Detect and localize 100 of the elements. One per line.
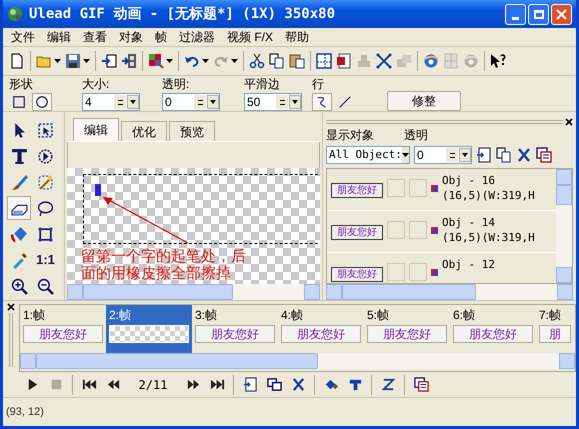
tab[interactable]: 优化 <box>121 121 167 141</box>
caret-icon[interactable] <box>166 59 173 63</box>
object-name: Obj - 14 <box>442 215 496 230</box>
cross-arrows-icon[interactable] <box>376 53 392 69</box>
frame-label: 4:帧 <box>281 308 304 323</box>
caret-icon[interactable] <box>130 100 136 104</box>
spin-arrows-icon[interactable] <box>114 95 126 109</box>
caret-icon[interactable] <box>54 59 61 63</box>
actual-size-tool[interactable]: 1:1 <box>34 248 58 272</box>
tab[interactable]: 预览 <box>169 121 215 141</box>
scroll-thumb[interactable] <box>556 185 572 205</box>
toggle-box[interactable] <box>409 221 427 239</box>
spin-arrows-icon[interactable] <box>276 95 288 109</box>
caret-icon[interactable] <box>402 153 409 157</box>
object-name: Obj - 16 <box>442 173 496 188</box>
object-thumbnail: 朋友您好 <box>331 267 383 282</box>
dropdown-button[interactable] <box>207 95 219 109</box>
frame-thumbnail: 朋友您好 <box>195 325 275 343</box>
frame-tile[interactable]: 2:帧 <box>106 305 192 353</box>
frame-label: 1:帧 <box>23 308 46 323</box>
menu-item[interactable]: 帧 <box>149 28 173 46</box>
globe-icon[interactable] <box>423 53 439 69</box>
help-pointer-icon[interactable] <box>490 53 506 69</box>
toggle-box[interactable] <box>409 179 427 197</box>
caret-icon[interactable] <box>462 153 468 157</box>
caret-icon[interactable] <box>83 59 90 63</box>
toggle-box[interactable] <box>387 263 405 281</box>
circle-shape-icon[interactable] <box>32 93 52 111</box>
spin-arrows-icon[interactable] <box>194 95 206 109</box>
image-icon[interactable] <box>148 53 164 69</box>
color-swatch-icon <box>431 227 438 234</box>
scroll-thumb[interactable] <box>342 284 476 300</box>
minimize-button[interactable] <box>505 4 526 24</box>
scroll-thumb[interactable] <box>36 353 318 369</box>
spin-box[interactable]: 4 <box>82 93 140 111</box>
dropdown-button[interactable] <box>459 148 471 162</box>
dropdown-button[interactable] <box>289 95 301 109</box>
frame-label: 5:帧 <box>367 308 390 323</box>
panel-grip[interactable] <box>9 313 13 367</box>
menu-item[interactable]: 视频 F/X <box>221 28 280 46</box>
menu-item[interactable]: 对象 <box>113 28 149 46</box>
caret-icon[interactable] <box>202 59 209 63</box>
object-filter-dropdown[interactable]: All Object: <box>326 146 410 164</box>
object-row[interactable]: 朋友您好 Obj - 16 (16,5)(W:319,H <box>327 169 556 211</box>
clipboard-icon[interactable] <box>289 53 305 69</box>
object-thumbnail: 朋友您好 <box>331 183 383 198</box>
menu-item[interactable]: 编辑 <box>41 28 77 46</box>
properties-icon[interactable] <box>536 147 552 163</box>
add-object-icon[interactable] <box>476 147 492 163</box>
status-text: (93, 12) <box>6 406 44 418</box>
field-label: 透明: <box>162 77 190 91</box>
toggle-box[interactable] <box>387 179 405 197</box>
import-icon[interactable] <box>101 53 117 69</box>
dropdown-button[interactable] <box>402 147 409 163</box>
frame-icon[interactable] <box>316 53 332 69</box>
frame-thumbnail: 朋友您好 <box>23 325 103 343</box>
page-icon[interactable] <box>9 53 25 69</box>
object-row[interactable]: 朋友您好 Obj - 14 (16,5)(W:319,H <box>327 211 556 253</box>
close-icon[interactable] <box>7 303 15 311</box>
color-swatch-icon <box>431 185 438 192</box>
frame-label: 3:帧 <box>195 308 218 323</box>
caret-icon[interactable] <box>210 100 216 104</box>
caret-icon[interactable] <box>292 100 298 104</box>
dropdown-button[interactable] <box>127 95 139 109</box>
vertical-scrollbar[interactable] <box>556 169 572 283</box>
duplicate-icon[interactable] <box>496 147 512 163</box>
frame-label: 7:帧 <box>539 308 562 323</box>
frame-thumbnail: 朋友您好 <box>367 325 447 343</box>
field-label: 显示对象 <box>326 127 374 144</box>
object-name: Obj - 12 <box>442 257 495 272</box>
spin-box[interactable]: 0 <box>162 93 220 111</box>
menu-item[interactable]: 查看 <box>77 28 113 46</box>
field-label: 大小: <box>82 77 110 91</box>
copy-icon[interactable] <box>269 53 285 69</box>
field-label: 行 <box>312 77 325 91</box>
frame-label: 6:帧 <box>453 308 476 323</box>
spin-arrows-icon[interactable] <box>446 148 458 162</box>
tab[interactable]: 编辑 <box>73 118 119 141</box>
close-icon[interactable] <box>565 118 573 126</box>
horizontal-scrollbar[interactable] <box>67 284 320 300</box>
horizontal-scrollbar[interactable] <box>20 353 575 369</box>
menu-item[interactable]: 文件 <box>5 28 41 46</box>
close-button[interactable] <box>551 4 572 24</box>
horizontal-scrollbar[interactable] <box>326 284 573 300</box>
eraser-icon[interactable] <box>7 196 31 220</box>
app-icon <box>7 6 23 22</box>
maximize-button[interactable] <box>528 4 549 24</box>
delete-icon[interactable] <box>516 147 532 163</box>
toggle-box[interactable] <box>409 263 427 281</box>
menu-item[interactable]: 帮助 <box>279 28 316 46</box>
scissors-icon[interactable] <box>249 53 265 69</box>
toggle-box[interactable] <box>387 221 405 239</box>
film-strip-icon[interactable] <box>121 53 137 69</box>
field-label: 平滑边 <box>244 77 281 91</box>
menu-item[interactable]: 过滤器 <box>173 28 221 46</box>
scroll-thumb[interactable] <box>83 284 233 300</box>
document-icon[interactable] <box>336 53 352 69</box>
spin-box[interactable]: 50 <box>244 93 302 111</box>
spin-box[interactable]: 0 <box>414 146 472 164</box>
trim-button[interactable]: 修整 <box>387 91 461 111</box>
